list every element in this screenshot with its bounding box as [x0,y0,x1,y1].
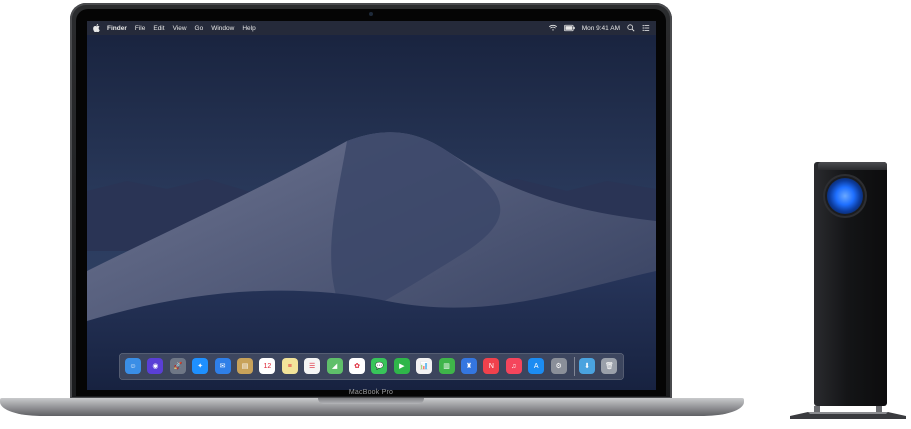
siri-icon[interactable]: ◉ [147,358,164,374]
dock-separator [574,357,575,376]
contacts-icon[interactable]: ▤ [237,358,253,374]
laptop-model-label: MacBook Pro [348,389,394,396]
keynote-icon[interactable]: 📊 [416,358,433,374]
menu-app-name[interactable]: Finder [107,25,127,32]
facetime-icon[interactable]: ▶ [393,358,410,374]
photos-icon[interactable]: ✿ [349,358,365,374]
notification-center-icon[interactable] [642,24,650,32]
mail-icon[interactable]: ✉ [214,358,231,374]
notes-icon[interactable]: ≡ [281,358,298,374]
wifi-icon[interactable] [548,24,557,32]
menu-clock[interactable]: Mon 9:41 AM [582,25,620,32]
music-icon[interactable]: ♫ [505,358,522,374]
safari-icon[interactable]: ✦ [192,358,209,374]
dock: ☺ ◉ 🚀 ✦ ✉ ▤ 12 ≡ ☰ ◢ ✿ 💬 ▶ 📊 ▥ ♜ N ♫ A ⚙ ⬇ 🗑 [119,353,624,380]
menu-bar: Finder File Edit View Go Window Help Mon… [87,21,656,35]
keynote-podium-icon[interactable]: ♜ [461,358,477,374]
camera-icon [369,12,373,16]
spotlight-search-icon[interactable] [627,24,635,32]
menu-edit[interactable]: Edit [153,25,164,32]
laptop-screen: Finder File Edit View Go Window Help Mon… [87,21,656,390]
menu-help[interactable]: Help [242,25,255,32]
product-scene: Finder File Edit View Go Window Help Mon… [0,0,911,429]
numbers-icon[interactable]: ▥ [438,358,455,374]
finder-icon[interactable]: ☺ [125,358,141,374]
external-drive-top [818,162,887,170]
drive-power-button-icon [827,178,863,214]
trash-icon[interactable]: 🗑 [601,358,618,374]
launchpad-icon[interactable]: 🚀 [169,358,186,374]
desert-wallpaper [87,21,656,390]
menu-window[interactable]: Window [211,25,234,32]
app-store-icon[interactable]: A [528,358,545,374]
calendar-icon[interactable]: 12 [259,358,276,374]
menu-go[interactable]: Go [195,25,204,32]
apple-menu-icon[interactable] [93,24,100,32]
system-preferences-icon[interactable]: ⚙ [550,358,567,374]
downloads-folder-icon[interactable]: ⬇ [579,358,595,374]
messages-icon[interactable]: 💬 [371,358,388,374]
laptop-opening-notch [318,398,424,404]
drive-stand [790,406,906,419]
news-icon[interactable]: N [483,358,500,374]
menu-file[interactable]: File [135,25,145,32]
menu-status-area: Mon 9:41 AM [548,24,650,32]
maps-icon[interactable]: ◢ [326,358,343,374]
battery-icon[interactable] [563,24,575,32]
reminders-icon[interactable]: ☰ [304,358,321,374]
menu-view[interactable]: View [173,25,187,32]
